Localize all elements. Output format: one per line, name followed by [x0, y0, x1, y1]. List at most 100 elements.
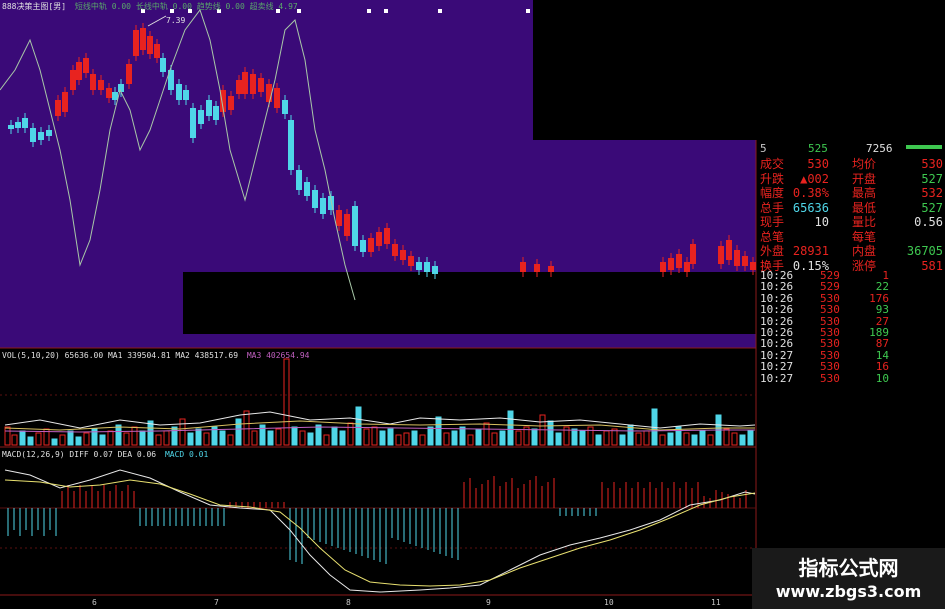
- quote-label: 总手: [760, 200, 785, 215]
- volume-bar: [403, 432, 410, 446]
- volume-bar: [419, 434, 426, 446]
- quote-value: 527: [921, 171, 943, 186]
- macd-value-text: MACD 0.01: [164, 450, 209, 459]
- x-axis-label: 6: [92, 598, 97, 607]
- macd-label: MACD(12,26,9) DIFF 0.07 DEA 0.06 MACD 0.…: [2, 450, 208, 459]
- quote-value: 0.38%: [792, 186, 829, 200]
- volume-bar: [347, 422, 354, 446]
- candle-body: [38, 132, 44, 140]
- quote-header: 5 525 7256: [756, 140, 945, 158]
- volume-bar: [59, 434, 66, 446]
- redaction-block-top-right: [533, 0, 945, 140]
- quote-value: 36705: [906, 244, 943, 258]
- quote-label: 开盘: [852, 171, 877, 186]
- volume-label-text: VOL(5,10,20) 65636.00 MA1 339504.81 MA2 …: [2, 351, 239, 360]
- volume-bar: [643, 430, 650, 446]
- volume-bar: [411, 430, 418, 446]
- candle-body: [534, 264, 540, 272]
- volume-bar: [203, 432, 210, 446]
- volume-bar: [467, 434, 474, 446]
- quote-row: 总笔 每笔: [758, 230, 945, 244]
- volume-bar: [355, 406, 362, 446]
- candle-body: [690, 244, 696, 264]
- volume-bar: [363, 428, 370, 446]
- candle-body: [336, 210, 342, 226]
- quote-value: 530: [921, 157, 943, 171]
- x-axis-label: 8: [346, 598, 351, 607]
- volume-bar: [291, 426, 298, 446]
- volume-bar: [275, 428, 282, 446]
- candle-body: [198, 110, 204, 124]
- volume-bar: [699, 430, 706, 446]
- candle-body: [392, 244, 398, 256]
- volume-bar: [307, 432, 314, 446]
- candle-body: [718, 246, 724, 264]
- candle-body: [676, 254, 682, 268]
- volume-bar: [427, 426, 434, 446]
- volume-bar: [139, 430, 146, 446]
- volume-bar: [19, 430, 26, 446]
- candle-body: [90, 74, 96, 90]
- macd-histogram: [7, 476, 747, 564]
- volume-bar: [667, 432, 674, 446]
- quote-value: 527: [921, 200, 943, 215]
- volume-bar: [611, 428, 618, 446]
- volume-bar: [131, 426, 138, 446]
- volume-bar: [499, 430, 506, 446]
- volume-bar: [531, 428, 538, 446]
- quote-row: 升跌 ▲002 开盘 527: [758, 172, 945, 186]
- candle-body: [15, 122, 21, 128]
- volume-bar: [459, 426, 466, 446]
- candle-body: [147, 36, 153, 54]
- volume-bar: [83, 432, 90, 446]
- x-axis-label: 7: [214, 598, 219, 607]
- candle-body: [160, 58, 166, 72]
- candle-body: [750, 262, 756, 270]
- volume-bar: [4, 426, 11, 446]
- volume-bar: [739, 434, 746, 446]
- candle-body: [70, 70, 76, 90]
- volume-bar: [707, 434, 714, 446]
- volume-bar: [491, 432, 498, 446]
- candle-body: [228, 96, 234, 110]
- candle-body: [258, 78, 264, 92]
- tick-time: 10:27: [760, 371, 794, 385]
- quote-value: 530: [807, 157, 829, 171]
- candle-body: [548, 266, 554, 272]
- candle-body: [154, 44, 160, 58]
- volume-bar: [435, 416, 442, 446]
- candle-body: [8, 125, 14, 129]
- tick-volume: 10: [875, 371, 889, 385]
- volume-bar: [299, 430, 306, 446]
- x-axis-label: 10: [604, 598, 614, 607]
- quote-header-c: 7256: [866, 142, 893, 155]
- candle-body: [190, 108, 196, 138]
- candle-body: [213, 106, 219, 120]
- quote-value: 65636: [792, 200, 829, 215]
- volume-bar: [635, 432, 642, 446]
- redaction-block-main: [183, 272, 756, 334]
- candle-body: [408, 256, 414, 266]
- volume-ma3-text: MA3 402654.94: [246, 351, 310, 360]
- volume-bar: [147, 420, 154, 446]
- volume-bar: [67, 430, 74, 446]
- volume-bar: [723, 428, 730, 446]
- quote-row: 现手 10 量比 0.56: [758, 215, 945, 229]
- volume-bar: [315, 424, 322, 446]
- volume-bar: [683, 432, 690, 446]
- volume-bar: [515, 430, 522, 446]
- quote-label: 升跌: [760, 171, 785, 186]
- candle-body: [668, 258, 674, 270]
- candle-body: [250, 74, 256, 94]
- quote-value: ▲002: [800, 171, 829, 186]
- candle-body: [660, 262, 666, 272]
- quote-value: 10: [814, 215, 829, 229]
- candle-body: [360, 240, 366, 252]
- volume-bar: [195, 428, 202, 446]
- candle-body: [734, 250, 740, 266]
- volume-bar: [619, 434, 626, 446]
- quote-value: 0.56: [914, 215, 943, 229]
- x-axis-label: 11: [711, 598, 721, 607]
- quote-label: 均价: [852, 157, 877, 171]
- quote-label: 内盘: [852, 244, 877, 258]
